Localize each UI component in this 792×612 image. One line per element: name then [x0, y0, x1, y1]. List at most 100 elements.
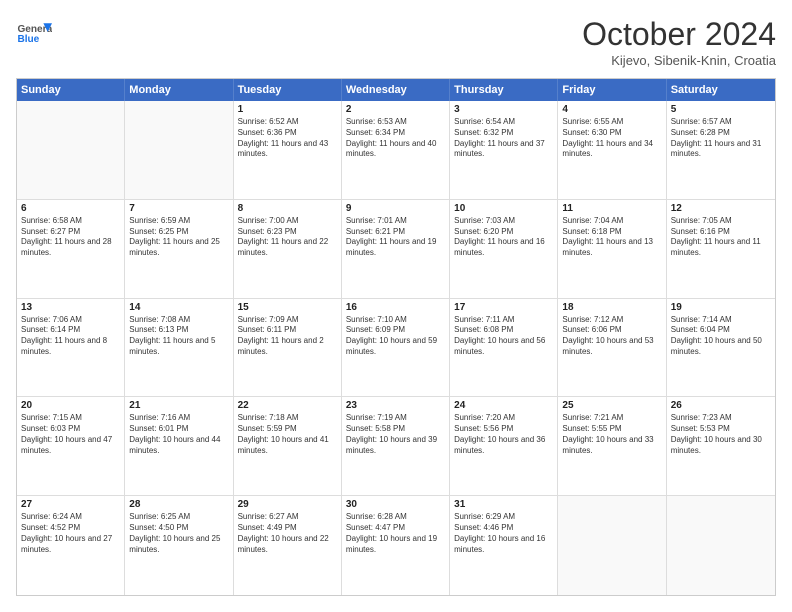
day-number: 12 [671, 203, 771, 214]
cell-info: Sunrise: 7:21 AMSunset: 5:55 PMDaylight:… [562, 413, 661, 456]
day-number: 28 [129, 499, 228, 510]
cell-info: Sunrise: 7:15 AMSunset: 6:03 PMDaylight:… [21, 413, 120, 456]
day-cell-20: 20 Sunrise: 7:15 AMSunset: 6:03 PMDayligh… [17, 397, 125, 495]
day-cell-27: 27 Sunrise: 6:24 AMSunset: 4:52 PMDayligh… [17, 496, 125, 595]
week-row-1: 1 Sunrise: 6:52 AMSunset: 6:36 PMDaylight… [17, 101, 775, 200]
day-number: 23 [346, 400, 445, 411]
day-number: 30 [346, 499, 445, 510]
day-number: 14 [129, 302, 228, 313]
day-cell-7: 7 Sunrise: 6:59 AMSunset: 6:25 PMDaylight… [125, 200, 233, 298]
day-number: 25 [562, 400, 661, 411]
day-number: 19 [671, 302, 771, 313]
cell-info: Sunrise: 7:10 AMSunset: 6:09 PMDaylight:… [346, 315, 445, 358]
week-row-5: 27 Sunrise: 6:24 AMSunset: 4:52 PMDayligh… [17, 496, 775, 595]
day-number: 5 [671, 104, 771, 115]
cell-info: Sunrise: 6:55 AMSunset: 6:30 PMDaylight:… [562, 117, 661, 160]
day-number: 4 [562, 104, 661, 115]
day-cell-17: 17 Sunrise: 7:11 AMSunset: 6:08 PMDayligh… [450, 299, 558, 397]
day-number: 8 [238, 203, 337, 214]
day-cell-31: 31 Sunrise: 6:29 AMSunset: 4:46 PMDayligh… [450, 496, 558, 595]
day-cell-18: 18Sunrise: 7:12 AMSunset: 6:06 PMDayligh… [558, 299, 666, 397]
day-cell-3: 3 Sunrise: 6:54 AMSunset: 6:32 PMDaylight… [450, 101, 558, 199]
empty-cell [558, 496, 666, 595]
header-day-tuesday: Tuesday [234, 79, 342, 101]
week-row-2: 6 Sunrise: 6:58 AMSunset: 6:27 PMDaylight… [17, 200, 775, 299]
day-cell-23: 23Sunrise: 7:19 AMSunset: 5:58 PMDayligh… [342, 397, 450, 495]
cell-info: Sunrise: 7:05 AMSunset: 6:16 PMDaylight:… [671, 216, 771, 259]
week-row-4: 20 Sunrise: 7:15 AMSunset: 6:03 PMDayligh… [17, 397, 775, 496]
cell-info: Sunrise: 6:58 AMSunset: 6:27 PMDaylight:… [21, 216, 120, 259]
day-cell-12: 12 Sunrise: 7:05 AMSunset: 6:16 PMDayligh… [667, 200, 775, 298]
header-day-wednesday: Wednesday [342, 79, 450, 101]
day-number: 26 [671, 400, 771, 411]
day-number: 11 [562, 203, 661, 214]
day-number: 15 [238, 302, 337, 313]
week-row-3: 13 Sunrise: 7:06 AMSunset: 6:14 PMDayligh… [17, 299, 775, 398]
day-number: 22 [238, 400, 337, 411]
logo: General Blue [16, 16, 52, 52]
cell-info: Sunrise: 7:00 AMSunset: 6:23 PMDaylight:… [238, 216, 337, 259]
day-cell-15: 15 Sunrise: 7:09 AMSunset: 6:11 PMDayligh… [234, 299, 342, 397]
title-section: October 2024 Kijevo, Sibenik-Knin, Croat… [582, 16, 776, 68]
day-number: 6 [21, 203, 120, 214]
cell-info: Sunrise: 7:04 AMSunset: 6:18 PMDaylight:… [562, 216, 661, 259]
cell-info: Sunrise: 6:54 AMSunset: 6:32 PMDaylight:… [454, 117, 553, 160]
cell-info: Sunrise: 7:03 AMSunset: 6:20 PMDaylight:… [454, 216, 553, 259]
cell-info: Sunrise: 7:16 AMSunset: 6:01 PMDaylight:… [129, 413, 228, 456]
day-cell-19: 19Sunrise: 7:14 AMSunset: 6:04 PMDayligh… [667, 299, 775, 397]
day-cell-10: 10 Sunrise: 7:03 AMSunset: 6:20 PMDayligh… [450, 200, 558, 298]
cell-info: Sunrise: 6:52 AMSunset: 6:36 PMDaylight:… [238, 117, 337, 160]
cell-info: Sunrise: 6:29 AMSunset: 4:46 PMDaylight:… [454, 512, 553, 555]
empty-cell [667, 496, 775, 595]
day-cell-6: 6 Sunrise: 6:58 AMSunset: 6:27 PMDaylight… [17, 200, 125, 298]
day-cell-13: 13 Sunrise: 7:06 AMSunset: 6:14 PMDayligh… [17, 299, 125, 397]
empty-cell [17, 101, 125, 199]
day-cell-16: 16Sunrise: 7:10 AMSunset: 6:09 PMDayligh… [342, 299, 450, 397]
page: General Blue October 2024 Kijevo, Sibeni… [0, 0, 792, 612]
location: Kijevo, Sibenik-Knin, Croatia [582, 53, 776, 68]
day-cell-30: 30Sunrise: 6:28 AMSunset: 4:47 PMDayligh… [342, 496, 450, 595]
day-cell-11: 11 Sunrise: 7:04 AMSunset: 6:18 PMDayligh… [558, 200, 666, 298]
day-number: 17 [454, 302, 553, 313]
day-cell-14: 14 Sunrise: 7:08 AMSunset: 6:13 PMDayligh… [125, 299, 233, 397]
day-number: 3 [454, 104, 553, 115]
cell-info: Sunrise: 7:01 AMSunset: 6:21 PMDaylight:… [346, 216, 445, 259]
day-cell-2: 2 Sunrise: 6:53 AMSunset: 6:34 PMDaylight… [342, 101, 450, 199]
day-cell-8: 8 Sunrise: 7:00 AMSunset: 6:23 PMDaylight… [234, 200, 342, 298]
empty-cell [125, 101, 233, 199]
cell-info: Sunrise: 6:59 AMSunset: 6:25 PMDaylight:… [129, 216, 228, 259]
day-cell-25: 25 Sunrise: 7:21 AMSunset: 5:55 PMDayligh… [558, 397, 666, 495]
svg-text:Blue: Blue [17, 34, 39, 45]
day-number: 21 [129, 400, 228, 411]
day-number: 18 [562, 302, 661, 313]
cell-info: Sunrise: 6:27 AMSunset: 4:49 PMDaylight:… [238, 512, 337, 555]
cell-info: Sunrise: 7:20 AMSunset: 5:56 PMDaylight:… [454, 413, 553, 456]
cell-info: Sunrise: 7:09 AMSunset: 6:11 PMDaylight:… [238, 315, 337, 358]
day-cell-4: 4 Sunrise: 6:55 AMSunset: 6:30 PMDaylight… [558, 101, 666, 199]
day-number: 2 [346, 104, 445, 115]
cell-info: Sunrise: 6:24 AMSunset: 4:52 PMDaylight:… [21, 512, 120, 555]
day-number: 20 [21, 400, 120, 411]
cell-info: Sunrise: 6:25 AMSunset: 4:50 PMDaylight:… [129, 512, 228, 555]
calendar: SundayMondayTuesdayWednesdayThursdayFrid… [16, 78, 776, 596]
day-cell-21: 21 Sunrise: 7:16 AMSunset: 6:01 PMDayligh… [125, 397, 233, 495]
cell-info: Sunrise: 7:23 AMSunset: 5:53 PMDaylight:… [671, 413, 771, 456]
day-cell-5: 5 Sunrise: 6:57 AMSunset: 6:28 PMDaylight… [667, 101, 775, 199]
day-number: 27 [21, 499, 120, 510]
day-number: 13 [21, 302, 120, 313]
day-number: 10 [454, 203, 553, 214]
day-number: 7 [129, 203, 228, 214]
cell-info: Sunrise: 6:57 AMSunset: 6:28 PMDaylight:… [671, 117, 771, 160]
day-number: 29 [238, 499, 337, 510]
cell-info: Sunrise: 7:08 AMSunset: 6:13 PMDaylight:… [129, 315, 228, 358]
day-number: 31 [454, 499, 553, 510]
day-number: 9 [346, 203, 445, 214]
cell-info: Sunrise: 7:06 AMSunset: 6:14 PMDaylight:… [21, 315, 120, 358]
day-cell-1: 1 Sunrise: 6:52 AMSunset: 6:36 PMDaylight… [234, 101, 342, 199]
cell-info: Sunrise: 7:11 AMSunset: 6:08 PMDaylight:… [454, 315, 553, 358]
day-cell-9: 9 Sunrise: 7:01 AMSunset: 6:21 PMDaylight… [342, 200, 450, 298]
calendar-header: SundayMondayTuesdayWednesdayThursdayFrid… [17, 79, 775, 101]
header-day-sunday: Sunday [17, 79, 125, 101]
cell-info: Sunrise: 6:53 AMSunset: 6:34 PMDaylight:… [346, 117, 445, 160]
day-number: 1 [238, 104, 337, 115]
